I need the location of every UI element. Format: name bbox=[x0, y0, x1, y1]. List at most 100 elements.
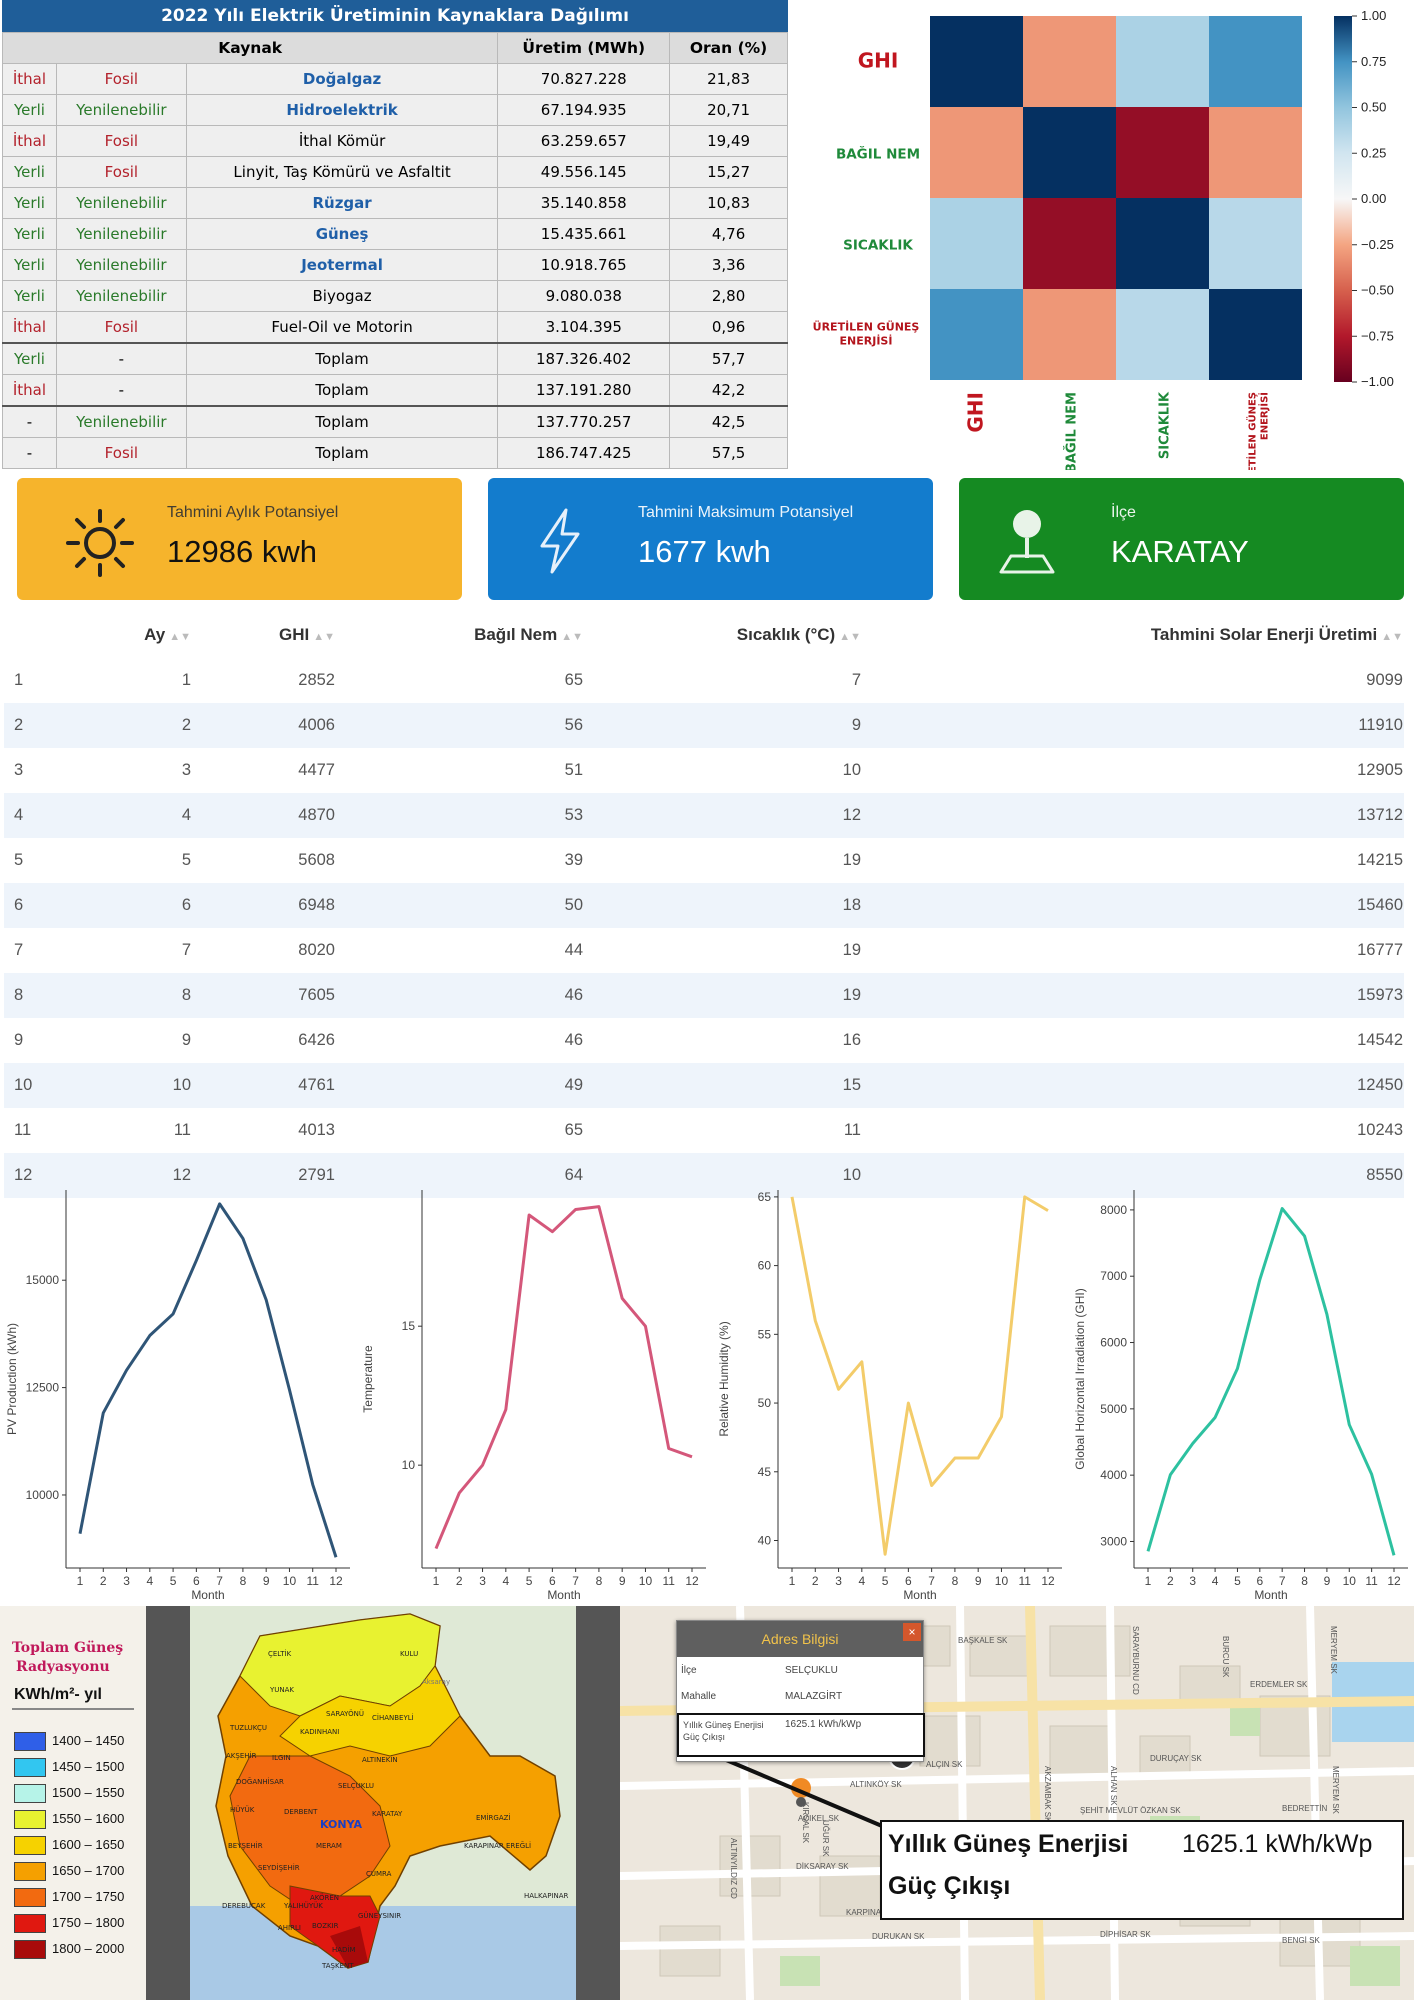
table-cell: 8 bbox=[94, 973, 192, 1018]
x-tick-label: 12 bbox=[1041, 1574, 1055, 1588]
cell-name: Jeotermal bbox=[185, 249, 499, 281]
table-row[interactable]: 7 7 8020 44 19 16777 bbox=[4, 928, 1404, 973]
y-tick-label: 40 bbox=[758, 1534, 772, 1548]
y-tick-label: 10000 bbox=[26, 1488, 60, 1502]
district-label: YALIHÜYÜK bbox=[284, 1902, 323, 1910]
x-tick-label: 1 bbox=[433, 1574, 440, 1588]
svg-text:GHI: GHI bbox=[964, 392, 988, 433]
table-header-row: Kaynak Üretim (MWh) Oran (%) bbox=[1, 32, 788, 64]
temperature-chart: 10151 2 3 4 5 6 7 8 9 10 11 12MonthTemperature bbox=[361, 1190, 706, 1602]
street-label: BURCU SK bbox=[1221, 1636, 1230, 1678]
cell-production: 137.770.257 bbox=[497, 405, 671, 438]
district-label: DEREBUCAK bbox=[222, 1902, 266, 1910]
table-row[interactable]: 3 3 4477 51 10 12905 bbox=[4, 748, 1404, 793]
x-tick-label: 3 bbox=[479, 1574, 486, 1588]
district-label: TAŞKENT bbox=[322, 1962, 354, 1970]
x-tick-label: 3 bbox=[835, 1574, 842, 1588]
x-tick-label: 11 bbox=[306, 1574, 319, 1588]
heatmap-cell bbox=[930, 198, 1023, 289]
popup-title: Adres Bilgisi bbox=[677, 1621, 923, 1657]
x-tick-label: 11 bbox=[1018, 1574, 1031, 1588]
table-row[interactable]: 4 4 4870 53 12 13712 bbox=[4, 793, 1404, 838]
street-label: DİPHİSAR SK bbox=[1100, 1930, 1151, 1939]
table-row[interactable]: 6 6 6948 50 18 15460 bbox=[4, 883, 1404, 928]
header-month[interactable]: Ay ▲▼ bbox=[94, 612, 192, 658]
x-tick-label: 5 bbox=[170, 1574, 177, 1588]
header-production: Üretim (MWh) bbox=[497, 32, 671, 64]
cell-name: Linyit, Taş Kömürü ve Asfaltit bbox=[185, 156, 499, 188]
table-row: - Yenilenebilir Toplam 137.770.257 42,5 bbox=[2, 405, 788, 438]
legend-divider bbox=[12, 1708, 134, 1710]
table-cell: 2 bbox=[4, 703, 94, 748]
sort-icon[interactable]: ▲▼ bbox=[313, 631, 335, 643]
monthly-potential-label: Tahmini Aylık Potansiyel bbox=[167, 504, 339, 521]
x-tick-label: 4 bbox=[858, 1574, 865, 1588]
sort-icon[interactable]: ▲▼ bbox=[839, 631, 861, 643]
table-row[interactable]: 5 5 5608 39 19 14215 bbox=[4, 838, 1404, 883]
popup-district-value: SELÇUKLU bbox=[785, 1665, 838, 1676]
table-cell: 12905 bbox=[1357, 761, 1403, 779]
x-tick-label: 7 bbox=[572, 1574, 579, 1588]
district-label: SEYDİŞEHİR bbox=[258, 1864, 300, 1872]
y-tick-label: 4000 bbox=[1100, 1468, 1127, 1482]
cell-ratio: 2,80 bbox=[669, 280, 788, 312]
table-cell: 16 bbox=[842, 1031, 861, 1049]
table-cell: 6426 bbox=[298, 1031, 335, 1049]
table-cell: 10 bbox=[4, 1063, 94, 1108]
y-tick-label: 10 bbox=[402, 1458, 416, 1472]
table-cell: 39 bbox=[564, 851, 583, 869]
legend-swatch bbox=[14, 1914, 46, 1933]
district-card: İlçe KARATAY bbox=[959, 478, 1404, 600]
x-tick-label: 6 bbox=[1256, 1574, 1263, 1588]
street-label: BENGİ SK bbox=[1282, 1936, 1320, 1945]
x-tick-label: 9 bbox=[263, 1574, 270, 1588]
district-label: SARAYÖNÜ bbox=[326, 1710, 364, 1718]
header-temperature-label: Sıcaklık (°C) bbox=[736, 625, 836, 644]
header-solar-production[interactable]: Tahmini Solar Enerji Üretimi ▲▼ bbox=[862, 612, 1404, 658]
close-icon[interactable]: × bbox=[903, 1623, 921, 1641]
sort-icon[interactable]: ▲▼ bbox=[561, 631, 583, 643]
table-row[interactable]: 2 2 4006 56 9 11910 bbox=[4, 703, 1404, 748]
table-cell: 5608 bbox=[298, 851, 335, 869]
cell-origin: Yerli bbox=[2, 156, 57, 188]
heatmap-row-label: SICAKLIK bbox=[843, 238, 913, 254]
sort-icon[interactable]: ▲▼ bbox=[1381, 631, 1403, 643]
table-cell: 8020 bbox=[298, 941, 335, 959]
table-cell: 18 bbox=[584, 883, 862, 928]
y-tick-label: 6000 bbox=[1100, 1336, 1127, 1350]
address-map-panel[interactable]: BAŞKALE SK SARAYBURNU CD BURCU SK MERYEM SK… bbox=[620, 1606, 1414, 2000]
x-tick-label: 7 bbox=[928, 1574, 935, 1588]
district-label: HÜYÜK bbox=[230, 1806, 255, 1814]
colorbar-tick: −0.25 bbox=[1361, 237, 1394, 252]
table-cell: 7 bbox=[14, 941, 24, 959]
header-temperature[interactable]: Sıcaklık (°C) ▲▼ bbox=[584, 612, 862, 658]
table-cell: 65 bbox=[564, 1121, 583, 1139]
header-ghi[interactable]: GHI ▲▼ bbox=[192, 612, 336, 658]
cell-production: 15.435.661 bbox=[497, 218, 671, 250]
header-ghi-label: GHI bbox=[278, 625, 310, 644]
x-tick-label: 1 bbox=[1145, 1574, 1152, 1588]
heatmap-row-label: ENERJİSİ bbox=[840, 334, 893, 348]
svg-text:SICAKLIK: SICAKLIK bbox=[1158, 391, 1173, 459]
table-cell: 3 bbox=[14, 761, 24, 779]
y-tick-label: 7000 bbox=[1100, 1269, 1127, 1283]
cell-type: Fosil bbox=[55, 63, 187, 95]
table-cell: 4013 bbox=[298, 1121, 335, 1139]
table-cell: 46 bbox=[336, 973, 584, 1018]
table-row[interactable]: 8 8 7605 46 19 15973 bbox=[4, 973, 1404, 1018]
y-axis-label: PV Production (kWh) bbox=[5, 1323, 19, 1435]
table-cell: 9099 bbox=[1366, 671, 1403, 689]
popup-neighborhood-key: Mahalle bbox=[681, 1691, 717, 1702]
cell-name: Toplam bbox=[185, 374, 499, 407]
table-row[interactable]: 10 10 4761 49 15 12450 bbox=[4, 1063, 1404, 1108]
cell-origin: İthal bbox=[2, 311, 57, 344]
colorbar-tick: −0.50 bbox=[1361, 283, 1394, 298]
table-row[interactable]: 9 9 6426 46 16 14542 bbox=[4, 1018, 1404, 1063]
cell-name: Rüzgar bbox=[185, 187, 499, 219]
table-row[interactable]: 1 1 2852 65 7 9099 bbox=[4, 658, 1404, 703]
street-label: DİKSARAY SK bbox=[796, 1862, 849, 1871]
table-row: Yerli Yenilenebilir Hidroelektrik 67.194.93… bbox=[2, 94, 788, 126]
header-humidity[interactable]: Bağıl Nem ▲▼ bbox=[336, 612, 584, 658]
sort-icon[interactable]: ▲▼ bbox=[169, 631, 191, 643]
table-row[interactable]: 11 11 4013 65 11 10243 bbox=[4, 1108, 1404, 1153]
